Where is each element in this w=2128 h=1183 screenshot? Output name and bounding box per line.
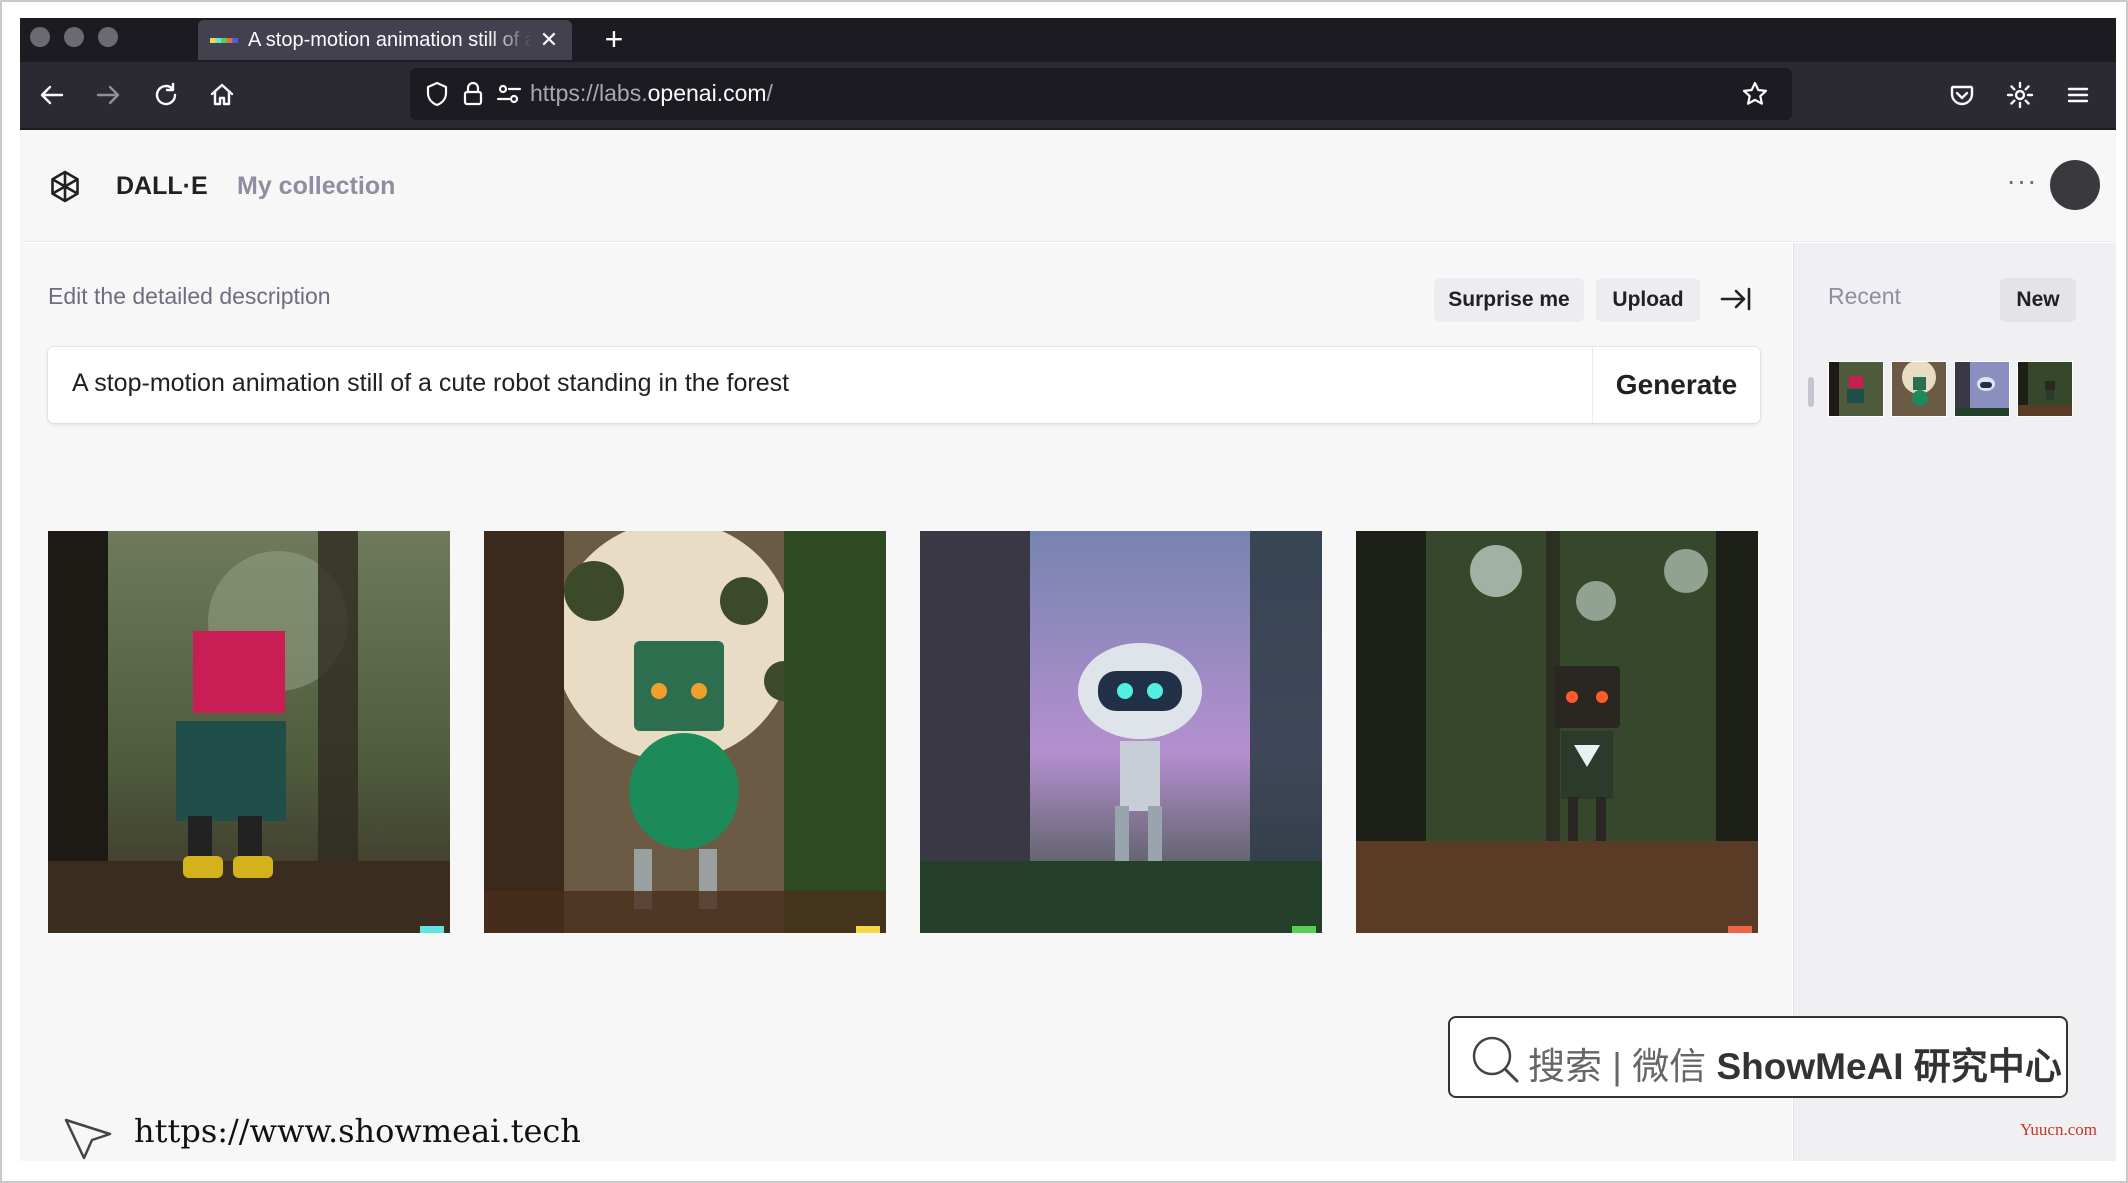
- new-tab-button[interactable]: +: [594, 20, 634, 60]
- generate-button[interactable]: Generate: [1592, 347, 1760, 423]
- reload-icon[interactable]: [146, 75, 186, 115]
- search-icon: [1468, 1032, 1522, 1086]
- close-icon[interactable]: ✕: [538, 27, 560, 53]
- dalle-favicon-icon: [210, 37, 238, 43]
- address-bar[interactable]: https://labs.openai.com/: [410, 68, 1792, 120]
- recent-thumbnail-2[interactable]: [1891, 361, 1947, 417]
- permissions-icon[interactable]: [494, 79, 524, 109]
- watermark-site-url: https://www.showmeai.tech: [134, 1112, 581, 1150]
- browser-tab[interactable]: A stop-motion animation still of a cute …: [198, 20, 572, 60]
- generated-image-3[interactable]: [920, 531, 1322, 933]
- shield-icon[interactable]: [422, 79, 452, 109]
- edit-description-label: Edit the detailed description: [48, 283, 331, 309]
- pocket-icon[interactable]: [1942, 75, 1982, 115]
- home-icon[interactable]: [202, 75, 242, 115]
- sidebar-scrollbar[interactable]: [1808, 377, 1814, 407]
- cursor-icon: [58, 1106, 118, 1166]
- my-collection-link[interactable]: My collection: [237, 172, 395, 201]
- brand-name[interactable]: DALL·E: [116, 172, 208, 201]
- more-options-icon[interactable]: ···: [2002, 166, 2042, 206]
- window-close-dot[interactable]: [30, 27, 50, 47]
- navigation-toolbar: https://labs.openai.com/: [20, 62, 2116, 128]
- window-minimize-dot[interactable]: [64, 27, 84, 47]
- url-text: https://labs.openai.com/: [530, 80, 773, 106]
- upload-button[interactable]: Upload: [1596, 278, 1700, 322]
- star-icon[interactable]: [1740, 79, 1770, 109]
- screenshot-frame: A stop-motion animation still of a cute …: [0, 0, 2128, 1183]
- hamburger-menu-icon[interactable]: [2058, 75, 2098, 115]
- generated-image-1[interactable]: [48, 531, 450, 933]
- watermark-search-box: 搜索 | 微信 ShowMeAI 研究中心: [1448, 1016, 2068, 1098]
- recent-thumbnail-1[interactable]: [1828, 361, 1884, 417]
- tab-title: A stop-motion animation still of a cute …: [248, 28, 532, 51]
- surprise-me-button[interactable]: Surprise me: [1434, 278, 1584, 322]
- recent-label: Recent: [1828, 283, 1901, 309]
- back-arrow-icon[interactable]: [32, 75, 72, 115]
- lock-icon[interactable]: [458, 79, 488, 109]
- watermark-search-text: 搜索 | 微信 ShowMeAI 研究中心: [1528, 1046, 2062, 1087]
- new-button[interactable]: New: [2000, 278, 2076, 322]
- user-avatar[interactable]: [2050, 160, 2100, 210]
- browser-window-chrome: A stop-motion animation still of a cute …: [20, 18, 2116, 130]
- forward-arrow-icon[interactable]: [88, 75, 128, 115]
- collapse-sidebar-icon[interactable]: [1718, 281, 1758, 321]
- settings-gear-icon[interactable]: [2000, 75, 2040, 115]
- watermark-corner-text: Yuucn.com: [2020, 1120, 2097, 1139]
- app-header: DALL·E My collection ···: [20, 130, 2116, 242]
- window-zoom-dot[interactable]: [98, 27, 118, 47]
- recent-thumbnail-3[interactable]: [1954, 361, 2010, 417]
- prompt-box: A stop-motion animation still of a cute …: [48, 347, 1760, 423]
- recent-thumbnail-4[interactable]: [2017, 361, 2073, 417]
- generated-image-4[interactable]: [1356, 531, 1758, 933]
- prompt-input[interactable]: A stop-motion animation still of a cute …: [72, 369, 789, 398]
- generated-image-2[interactable]: [484, 531, 886, 933]
- openai-logo-icon[interactable]: [46, 168, 84, 206]
